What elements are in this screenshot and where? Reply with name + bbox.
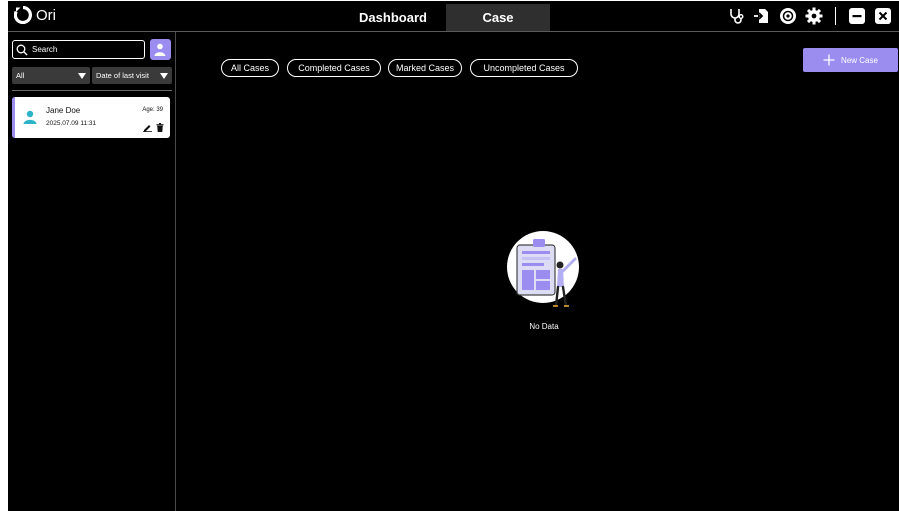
empty-state-illustration	[507, 231, 579, 308]
patient-visit-date: 2025.07.09 11:31	[46, 120, 97, 127]
new-case-button[interactable]: New Case	[803, 48, 898, 72]
export-icon[interactable]	[753, 7, 771, 25]
sidebar: All Date of last visit Jane Doe Age: 39 …	[8, 32, 176, 511]
status-filter-dropdown[interactable]: All	[12, 67, 90, 84]
edit-icon[interactable]	[143, 123, 152, 132]
patient-card[interactable]: Jane Doe Age: 39 2025.07.09 11:31	[12, 97, 170, 138]
app-name: Ori	[36, 6, 56, 24]
filter-completed-cases[interactable]: Completed Cases	[287, 59, 381, 77]
filter-all-cases[interactable]: All Cases	[221, 59, 279, 77]
search-input[interactable]	[32, 45, 132, 54]
top-bar: Ori Dashboard Case	[8, 1, 899, 31]
empty-state-label: No Data	[529, 322, 559, 331]
sidebar-divider	[12, 90, 172, 91]
search-box[interactable]	[12, 40, 145, 59]
settings-icon[interactable]	[805, 7, 823, 25]
network-icon[interactable]	[779, 7, 797, 25]
chevron-down-icon	[160, 72, 168, 79]
filter-marked-cases[interactable]: Marked Cases	[388, 59, 462, 77]
patient-age: Age: 39	[142, 107, 163, 113]
logo: Ori	[14, 6, 56, 24]
delete-icon[interactable]	[156, 123, 164, 132]
add-user-icon	[154, 43, 167, 56]
tab-case[interactable]: Case	[446, 4, 550, 31]
patient-name: Jane Doe	[46, 106, 81, 115]
patient-avatar-icon	[23, 110, 37, 124]
add-patient-button[interactable]	[150, 39, 171, 60]
status-filter-value: All	[16, 71, 25, 80]
toolbar	[727, 7, 892, 25]
ori-logo-icon	[14, 6, 32, 24]
new-case-label: New Case	[841, 55, 878, 65]
tab-dashboard[interactable]: Dashboard	[341, 4, 445, 31]
search-icon	[16, 44, 28, 55]
main-content: All Cases Completed Cases Marked Cases U…	[176, 32, 899, 511]
chevron-down-icon	[78, 72, 86, 79]
app-window: Ori Dashboard Case Search All Date of la…	[8, 1, 899, 511]
selection-stripe	[12, 97, 15, 138]
sort-value: Date of last visit	[96, 71, 149, 80]
card-actions	[143, 123, 164, 132]
stethoscope-icon[interactable]	[727, 7, 745, 25]
filter-uncompleted-cases[interactable]: Uncompleted Cases	[470, 59, 578, 77]
sort-dropdown[interactable]: Date of last visit	[92, 67, 172, 84]
toolbar-divider	[835, 7, 836, 25]
minimize-icon[interactable]	[848, 7, 866, 25]
plus-icon	[823, 54, 835, 66]
close-icon[interactable]	[874, 7, 892, 25]
